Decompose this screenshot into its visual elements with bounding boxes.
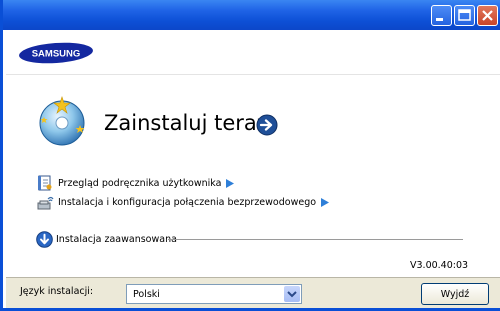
install-now-arrow-button[interactable] (256, 114, 278, 136)
play-arrow-icon (321, 197, 330, 207)
language-value: Polski (133, 289, 160, 300)
wireless-setup-link[interactable]: Instalacja i konfiguracja połączenia bez… (36, 193, 330, 211)
header-divider (6, 74, 500, 75)
footer-bar: Język instalacji: Polski Wyjdź (6, 277, 500, 308)
dropdown-button[interactable] (284, 286, 300, 302)
manual-book-icon (38, 175, 52, 191)
samsung-logo: SAMSUNG (19, 42, 93, 64)
advanced-install-toggle[interactable]: Instalacja zaawansowana (36, 230, 177, 248)
maximize-icon (458, 9, 471, 21)
advanced-divider (168, 239, 463, 240)
exit-button[interactable]: Wyjdź (421, 283, 489, 305)
minimize-icon (436, 18, 443, 21)
maximize-button[interactable] (454, 5, 475, 26)
install-now-title[interactable]: Zainstaluj teraz (104, 110, 268, 136)
wireless-setup-label: Instalacja i konfiguracja połączenia bez… (58, 196, 317, 208)
main-panel: SAMSUNG Zainstaluj teraz Przegląd podręc… (6, 30, 500, 277)
user-guide-label: Przegląd podręcznika użytkownika (58, 177, 222, 189)
chevron-down-icon (287, 291, 297, 298)
install-disc-icon (39, 96, 85, 146)
svg-text:SAMSUNG: SAMSUNG (32, 49, 81, 60)
language-label: Język instalacji: (20, 286, 94, 297)
user-guide-link[interactable]: Przegląd podręcznika użytkownika (36, 174, 235, 192)
version-label: V3.00.40:03 (410, 260, 469, 271)
installer-window: SAMSUNG Zainstaluj teraz Przegląd podręc… (0, 0, 500, 311)
close-button[interactable] (477, 5, 498, 26)
title-bar[interactable] (3, 0, 500, 30)
minimize-button[interactable] (431, 5, 452, 26)
wireless-setup-icon (37, 196, 54, 210)
language-select[interactable]: Polski (126, 284, 302, 304)
advanced-install-label: Instalacja zaawansowana (56, 233, 177, 245)
expand-down-arrow-icon (36, 230, 53, 248)
play-arrow-icon (226, 178, 235, 188)
close-icon (482, 10, 493, 21)
